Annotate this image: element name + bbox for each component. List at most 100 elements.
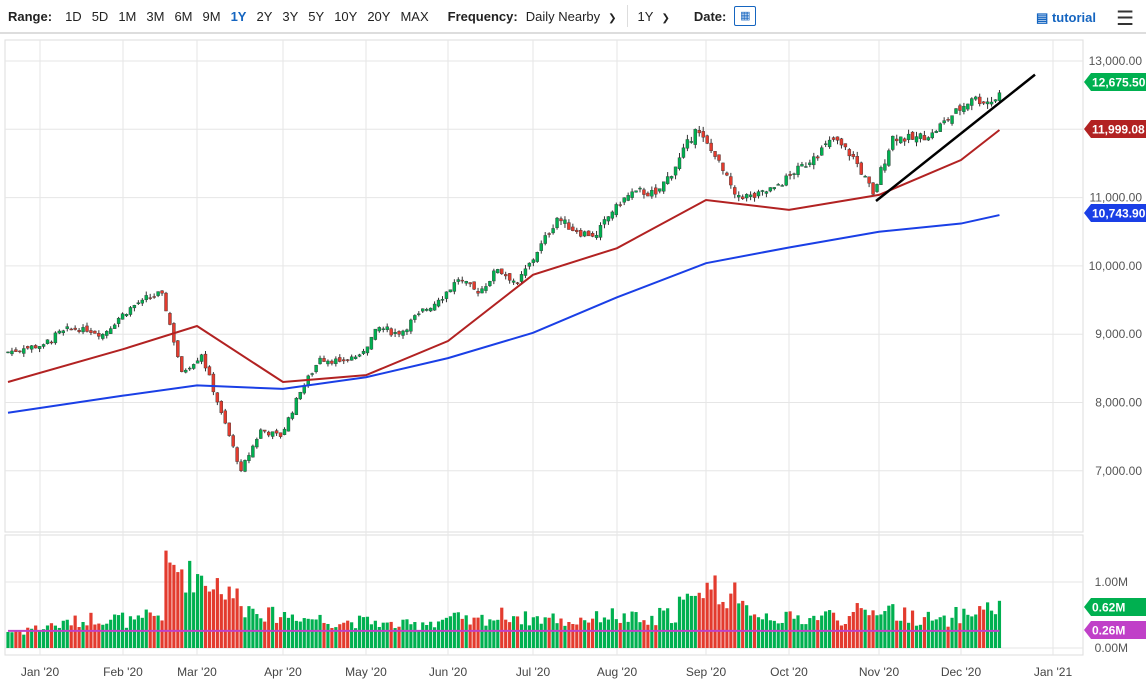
candle xyxy=(468,282,472,285)
volume-ma-value: 0.26M xyxy=(1092,624,1125,638)
volume-bar xyxy=(563,625,567,648)
volume-bar xyxy=(231,598,235,648)
volume-bar xyxy=(421,622,425,648)
volume-bar xyxy=(697,592,701,648)
volume-bar xyxy=(666,608,670,648)
candle xyxy=(101,334,105,339)
candle xyxy=(136,302,141,304)
volume-bar xyxy=(978,606,982,648)
candle xyxy=(69,328,73,331)
candle xyxy=(697,130,701,134)
candle xyxy=(543,235,547,244)
candle xyxy=(290,412,295,419)
candle xyxy=(152,296,156,298)
volume-bar xyxy=(523,611,528,648)
candle xyxy=(946,119,950,121)
candle xyxy=(567,222,571,230)
candle xyxy=(215,392,220,403)
volume-bar xyxy=(472,617,476,648)
volume-bar xyxy=(160,620,164,648)
volume-bar xyxy=(184,592,188,648)
candle xyxy=(108,328,113,334)
volume-bar xyxy=(808,618,812,648)
candle xyxy=(737,195,741,198)
candle xyxy=(784,175,788,186)
candle xyxy=(922,135,927,141)
volume-bar xyxy=(440,619,445,648)
candle xyxy=(349,356,354,361)
candle xyxy=(377,327,381,332)
candle xyxy=(831,137,836,140)
volume-bar xyxy=(958,623,962,648)
volume-bar xyxy=(899,620,903,648)
candle xyxy=(772,187,776,190)
candle xyxy=(839,138,844,146)
candle xyxy=(235,447,239,462)
price-chart[interactable]: Jan '20 Feb '20 Mar '20 Apr '20 May '20 Jun '… xyxy=(0,0,1146,684)
candle xyxy=(910,131,915,140)
volume-bar xyxy=(389,621,393,648)
volume-bar xyxy=(196,574,200,648)
volume-bar xyxy=(192,592,196,648)
candle xyxy=(855,156,859,164)
candle xyxy=(484,286,488,291)
volume-bar xyxy=(373,620,377,648)
candle xyxy=(887,150,891,166)
candle xyxy=(77,330,81,332)
candle xyxy=(527,262,532,267)
volume-bar xyxy=(326,623,330,648)
candle xyxy=(160,290,164,294)
candle xyxy=(112,324,117,329)
volume-bar xyxy=(109,619,113,648)
candle xyxy=(14,349,18,352)
candle xyxy=(954,108,958,114)
candle xyxy=(393,332,397,334)
candle xyxy=(444,291,449,299)
candle xyxy=(709,142,713,152)
candle xyxy=(326,360,330,365)
y-tick-label: 10,000.00 xyxy=(1089,259,1143,273)
volume-bar xyxy=(180,569,184,648)
ma200-line xyxy=(7,214,1000,414)
candle xyxy=(405,329,409,333)
candle xyxy=(286,417,291,432)
volume-bar xyxy=(934,619,938,648)
volume-bar xyxy=(271,606,275,648)
volume-bar xyxy=(346,620,350,648)
candle xyxy=(626,195,630,201)
candle xyxy=(902,138,907,142)
y-tick-label: 11,000.00 xyxy=(1090,191,1143,205)
x-tick-label: Sep '20 xyxy=(686,665,727,679)
volume-bar xyxy=(275,622,279,648)
candle xyxy=(519,274,524,282)
volume-bar xyxy=(776,623,780,648)
candle xyxy=(223,410,227,424)
candle xyxy=(302,385,306,394)
volume-bar xyxy=(922,617,926,648)
volume-bar xyxy=(792,618,796,648)
candle xyxy=(598,225,603,238)
volume-bar xyxy=(350,622,354,648)
candle xyxy=(282,428,287,435)
volume-bar xyxy=(658,607,662,648)
candle xyxy=(859,162,863,175)
candle xyxy=(875,184,879,192)
candle xyxy=(614,204,618,216)
candle xyxy=(373,328,378,340)
candle xyxy=(535,252,539,262)
volume-bar xyxy=(910,610,915,648)
candle xyxy=(156,291,160,296)
x-tick-label: Feb '20 xyxy=(103,665,143,679)
volume-bar xyxy=(591,618,595,648)
candle xyxy=(634,190,638,193)
volume-bar xyxy=(843,624,847,648)
candle xyxy=(843,143,848,148)
volume-bar xyxy=(535,616,539,648)
candle xyxy=(606,216,611,222)
volume-bar xyxy=(954,606,958,648)
candle xyxy=(338,357,342,362)
volume-bar xyxy=(53,625,57,648)
candle xyxy=(428,307,433,312)
volume-bar xyxy=(496,619,500,648)
volume-bar xyxy=(816,620,820,648)
